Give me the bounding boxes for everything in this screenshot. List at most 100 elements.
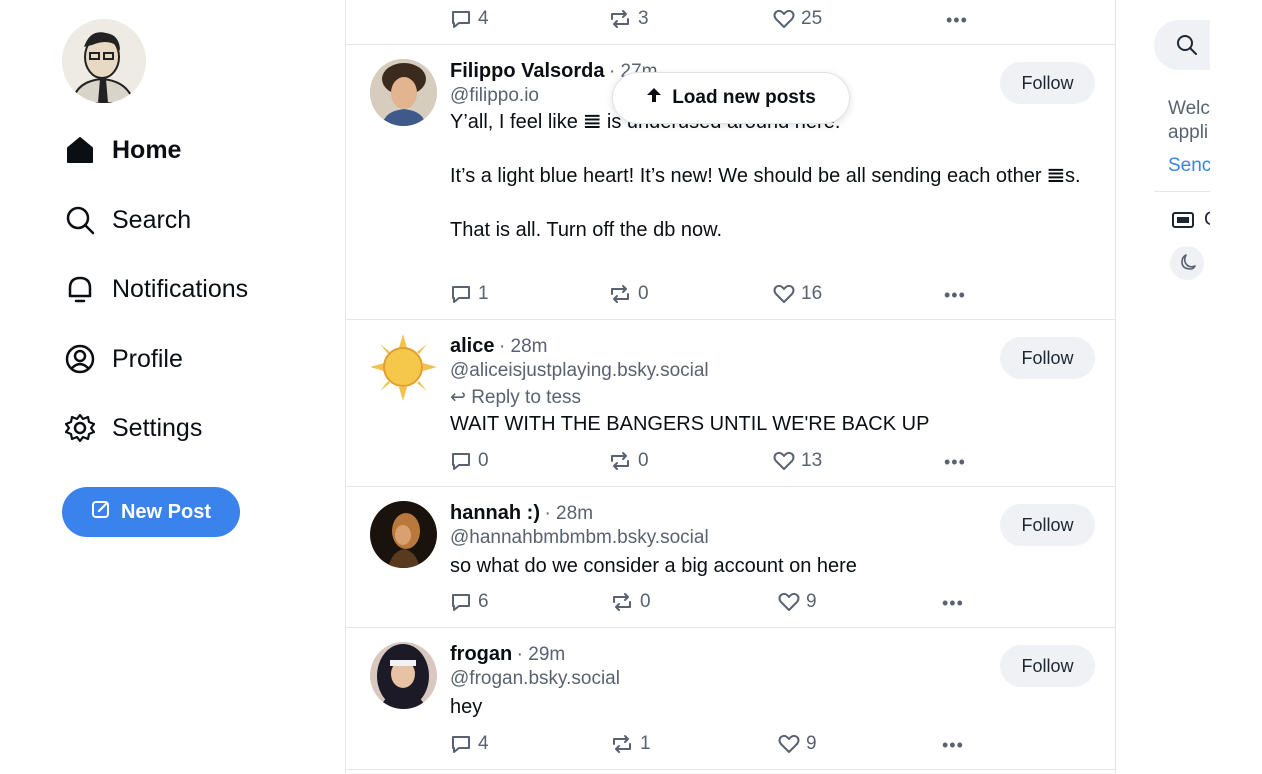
repost-count: 0 [638, 450, 649, 471]
author-handle[interactable]: @aliceisjustplaying.bsky.social [450, 360, 1095, 382]
heart-icon [773, 9, 795, 28]
post-item[interactable]: hannah :) · 28m @hannahbmbmbm.bsky.socia… [346, 487, 1115, 628]
follow-button[interactable]: Follow [1000, 337, 1095, 379]
follow-button[interactable]: Follow [1000, 62, 1095, 104]
post-item[interactable]: frogan · 29m @frogan.bsky.social hey Fol… [346, 628, 1115, 770]
reply-button[interactable]: 6 [450, 591, 610, 613]
post-actions: 1 0 16 [450, 283, 822, 305]
reply-button[interactable]: 4 [450, 733, 610, 755]
divider [1154, 191, 1210, 192]
post-body: alice · 28m @aliceisjustplaying.bsky.soc… [450, 335, 1095, 438]
send-feedback-link[interactable]: Senc [1168, 155, 1210, 177]
nav-home[interactable]: Home [64, 130, 181, 170]
search-icon [64, 204, 96, 236]
reply-button[interactable]: 1 [450, 283, 608, 305]
like-button[interactable]: 16 [773, 283, 822, 305]
repost-count: 3 [638, 8, 649, 29]
nav-settings-label: Settings [112, 413, 203, 442]
load-new-posts-button[interactable]: Load new posts [612, 72, 850, 124]
like-button[interactable]: 9 [778, 733, 817, 755]
comment-icon [452, 594, 470, 611]
search-icon [1177, 35, 1197, 55]
repost-button[interactable]: 0 [610, 591, 778, 613]
nav-search-label: Search [112, 205, 192, 234]
post-time: · 28m [544, 503, 594, 524]
feedback-label: C [1204, 209, 1210, 231]
reply-button[interactable]: 0 [450, 450, 608, 472]
author-avatar[interactable] [370, 501, 437, 568]
reply-count: 4 [478, 733, 489, 754]
follow-button[interactable]: Follow [1000, 645, 1095, 687]
post-item[interactable]: alice · 28m @aliceisjustplaying.bsky.soc… [346, 320, 1115, 487]
more-options-icon[interactable]: ••• [944, 285, 966, 306]
more-options-icon[interactable]: ••• [942, 735, 964, 756]
author-name[interactable]: hannah :) [450, 502, 540, 524]
repost-icon [611, 285, 629, 303]
reply-to-label: Reply to tess [471, 387, 582, 408]
reply-button[interactable]: 4 [450, 8, 608, 30]
home-icon [64, 134, 96, 166]
feedback-link[interactable]: C [1172, 209, 1210, 231]
profile-icon [64, 343, 96, 375]
like-count: 16 [801, 283, 823, 304]
post-body: hannah :) · 28m @hannahbmbmbm.bsky.socia… [450, 502, 1095, 580]
like-button[interactable]: 13 [773, 450, 822, 472]
gear-icon [64, 412, 96, 444]
post-text: WAIT WITH THE BANGERS UNTIL WE'RE BACK U… [450, 413, 930, 435]
author-handle[interactable]: @frogan.bsky.social [450, 668, 1095, 690]
bell-icon [64, 273, 96, 305]
theme-toggle[interactable] [1170, 246, 1204, 280]
comment-icon [452, 11, 470, 28]
repost-count: 0 [640, 591, 651, 612]
comment-icon [452, 453, 470, 470]
user-avatar[interactable] [62, 19, 146, 103]
like-count: 9 [806, 591, 817, 612]
author-avatar[interactable] [370, 334, 437, 401]
right-sidebar: Welc appli Senc C [1116, 0, 1210, 774]
repost-button[interactable]: 0 [608, 283, 773, 305]
reply-count: 4 [478, 8, 489, 29]
follow-button[interactable]: Follow [1000, 504, 1095, 546]
like-button[interactable]: 9 [778, 591, 817, 613]
nav-profile-label: Profile [112, 344, 183, 373]
author-handle[interactable]: @hannahbmbmbm.bsky.social [450, 527, 1095, 549]
repost-button[interactable]: 3 [608, 8, 773, 30]
comment-icon [452, 286, 470, 303]
reply-arrow-icon: ↩ [450, 387, 466, 408]
post-time: · 28m [498, 336, 548, 357]
nav-search[interactable]: Search [64, 200, 191, 240]
search-input[interactable] [1154, 20, 1210, 70]
nav-profile[interactable]: Profile [64, 339, 183, 379]
like-count: 25 [801, 8, 823, 29]
post-partial: 4 3 25 ••• [346, 0, 1115, 45]
nav-notifications-label: Notifications [112, 274, 249, 303]
post-text: so what do we consider a big account on … [450, 555, 857, 577]
repost-icon [613, 735, 631, 753]
heart-icon [773, 284, 795, 303]
author-name[interactable]: Filippo Valsorda [450, 60, 604, 82]
more-options-icon[interactable]: ••• [946, 10, 968, 31]
heart-icon [778, 592, 800, 611]
repost-button[interactable]: 1 [610, 733, 778, 755]
author-name[interactable]: frogan [450, 643, 512, 665]
author-avatar[interactable] [370, 59, 437, 126]
arrow-up-icon [646, 87, 662, 109]
welcome-text: Welc appli [1168, 98, 1210, 143]
repost-button[interactable]: 0 [608, 450, 773, 472]
reply-context[interactable]: ↩ Reply to tess [450, 386, 1095, 409]
nav-settings[interactable]: Settings [64, 408, 202, 448]
author-name[interactable]: alice [450, 335, 494, 357]
ticket-icon [1172, 212, 1194, 228]
post-time: · 29m [516, 644, 566, 665]
more-options-icon[interactable]: ••• [942, 593, 964, 614]
nav-notifications[interactable]: Notifications [64, 269, 248, 309]
repost-count: 1 [640, 733, 651, 754]
load-new-posts-label: Load new posts [672, 87, 816, 108]
new-post-button[interactable]: New Post [62, 487, 240, 537]
like-button[interactable]: 25 [773, 8, 822, 30]
post-actions: 0 0 13 [450, 450, 822, 472]
comment-icon [452, 736, 470, 753]
new-post-label: New Post [120, 500, 212, 523]
more-options-icon[interactable]: ••• [944, 452, 966, 473]
author-avatar[interactable] [370, 642, 437, 709]
